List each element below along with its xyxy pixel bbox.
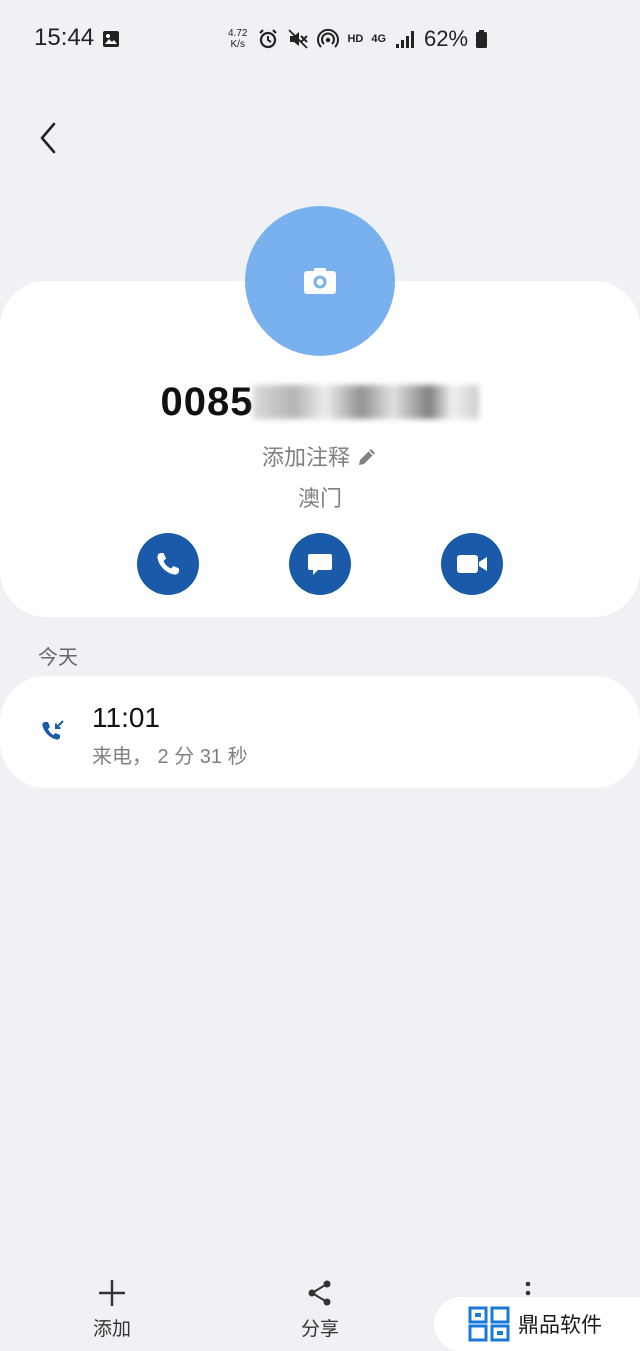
add-label: 添加 bbox=[92, 1319, 131, 1340]
call-detail: 来电， 2 分 31 秒 bbox=[92, 746, 248, 768]
share-icon bbox=[308, 1280, 331, 1306]
message-button[interactable] bbox=[289, 533, 351, 595]
video-call-button[interactable] bbox=[441, 533, 503, 595]
add-note-button[interactable]: 添加注释 bbox=[0, 440, 640, 472]
mute-icon bbox=[288, 29, 309, 49]
status-icons: 4.72 K/s HD 4G 62% bbox=[228, 24, 488, 54]
phone-icon bbox=[157, 553, 179, 575]
incoming-call-icon bbox=[42, 720, 64, 740]
share-button[interactable]: 分享 bbox=[280, 1278, 360, 1341]
watermark: 鼎品软件 bbox=[434, 1297, 640, 1351]
redacted-digits bbox=[253, 385, 480, 419]
battery-icon bbox=[476, 30, 488, 48]
signal-icon bbox=[396, 31, 415, 48]
alarm-icon bbox=[259, 29, 278, 49]
pencil-icon bbox=[359, 449, 375, 465]
phone-number-text: 0085 bbox=[160, 380, 254, 424]
net-speed-value: 4.72 bbox=[228, 28, 248, 39]
net-speed: 4.72 K/s bbox=[228, 28, 247, 50]
status-time: 15:44 bbox=[34, 24, 95, 51]
add-note-label: 添加注释 bbox=[261, 445, 350, 470]
battery-percent: 62% bbox=[424, 26, 469, 51]
back-icon[interactable] bbox=[30, 118, 66, 158]
call-time: 11:01 bbox=[92, 702, 160, 733]
status-bar: 15:44 4.72 K/s HD 4G 62% bbox=[0, 0, 640, 78]
camera-icon bbox=[304, 268, 336, 294]
watermark-text: 鼎品软件 bbox=[518, 1314, 602, 1337]
phone-number: 0085 bbox=[0, 380, 640, 425]
gallery-notification-icon bbox=[103, 31, 119, 47]
share-label: 分享 bbox=[300, 1319, 339, 1340]
hd-label: HD bbox=[347, 33, 364, 45]
message-icon bbox=[308, 554, 332, 575]
call-button[interactable] bbox=[137, 533, 199, 595]
contact-avatar[interactable] bbox=[245, 206, 395, 356]
region-label: 澳门 bbox=[297, 486, 342, 511]
add-contact-button[interactable]: 添加 bbox=[72, 1278, 152, 1341]
watermark-logo-icon bbox=[468, 1306, 510, 1342]
plus-icon bbox=[99, 1280, 125, 1306]
call-log-entry[interactable]: 11:01 来电， 2 分 31 秒 bbox=[0, 676, 640, 788]
history-section-label: 今天 bbox=[38, 647, 78, 669]
network-type-label: 4G bbox=[371, 33, 387, 45]
video-icon bbox=[457, 555, 487, 573]
hotspot-icon bbox=[317, 28, 340, 48]
net-speed-unit: K/s bbox=[230, 39, 245, 50]
